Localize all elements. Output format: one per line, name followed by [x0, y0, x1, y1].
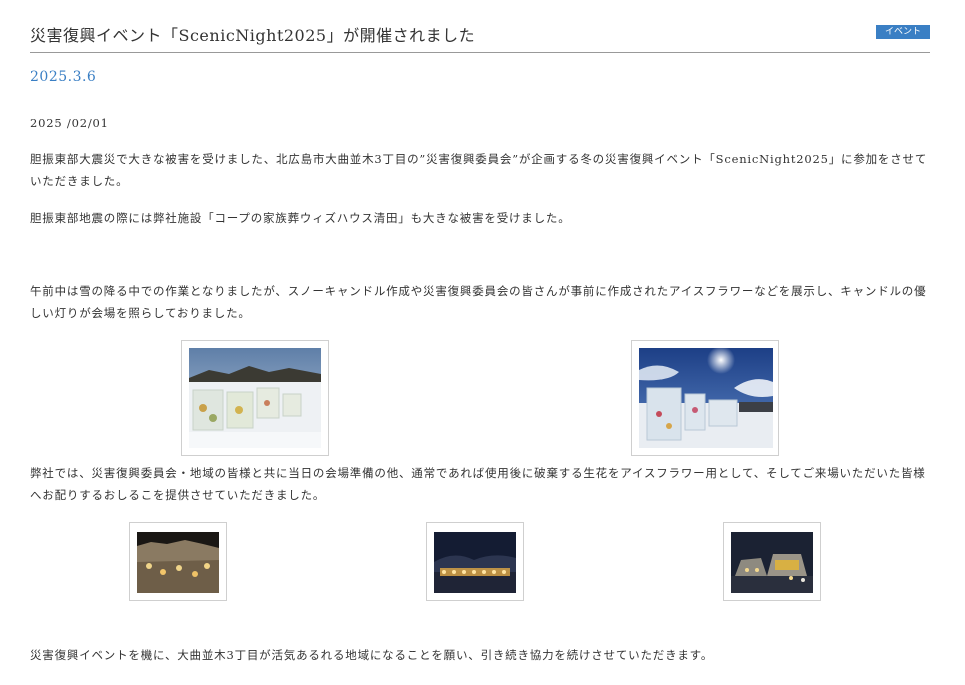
paragraph-1: 胆振東部大震災で大きな被害を受けました、北広島市大曲並木3丁目の”災害復興委員会…: [30, 152, 928, 188]
night-candles-image-1: [137, 532, 219, 593]
event-date: 2025 /02/01: [30, 116, 109, 130]
night-candles-image-2: [434, 532, 516, 593]
night-candles-image-3: [731, 532, 813, 593]
article-header: 災害復興イベント「ScenicNight2025」が開催されました イベント: [30, 20, 930, 53]
paragraph-5: 災害復興イベントを機に、大曲並木3丁目が活気あるれる地域になることを願い、引き続…: [30, 648, 714, 662]
category-badge[interactable]: イベント: [875, 25, 930, 39]
paragraph-4: 弊社では、災害復興委員会・地域の皆様と共に当日の会場準備の他、通常であれば使用後…: [30, 466, 926, 502]
event-photo-night-3[interactable]: [723, 522, 821, 601]
event-photo-snow-wall[interactable]: [181, 340, 329, 456]
event-photo-night-1[interactable]: [129, 522, 227, 601]
snow-wall-image: [189, 348, 321, 448]
sunny-ice-image: [639, 348, 773, 448]
post-date: 2025.3.6: [30, 69, 97, 85]
paragraph-3: 午前中は雪の降る中での作業となりましたが、スノーキャンドル作成や災害復興委員会の…: [30, 284, 927, 320]
article-title: 災害復興イベント「ScenicNight2025」が開催されました: [30, 26, 476, 45]
event-photo-night-2[interactable]: [426, 522, 524, 601]
event-photo-sunny-ice[interactable]: [631, 340, 779, 456]
paragraph-2: 胆振東部地震の際には弊社施設「コープの家族葬ウィズハウス清田」も大きな被害を受け…: [30, 211, 571, 225]
